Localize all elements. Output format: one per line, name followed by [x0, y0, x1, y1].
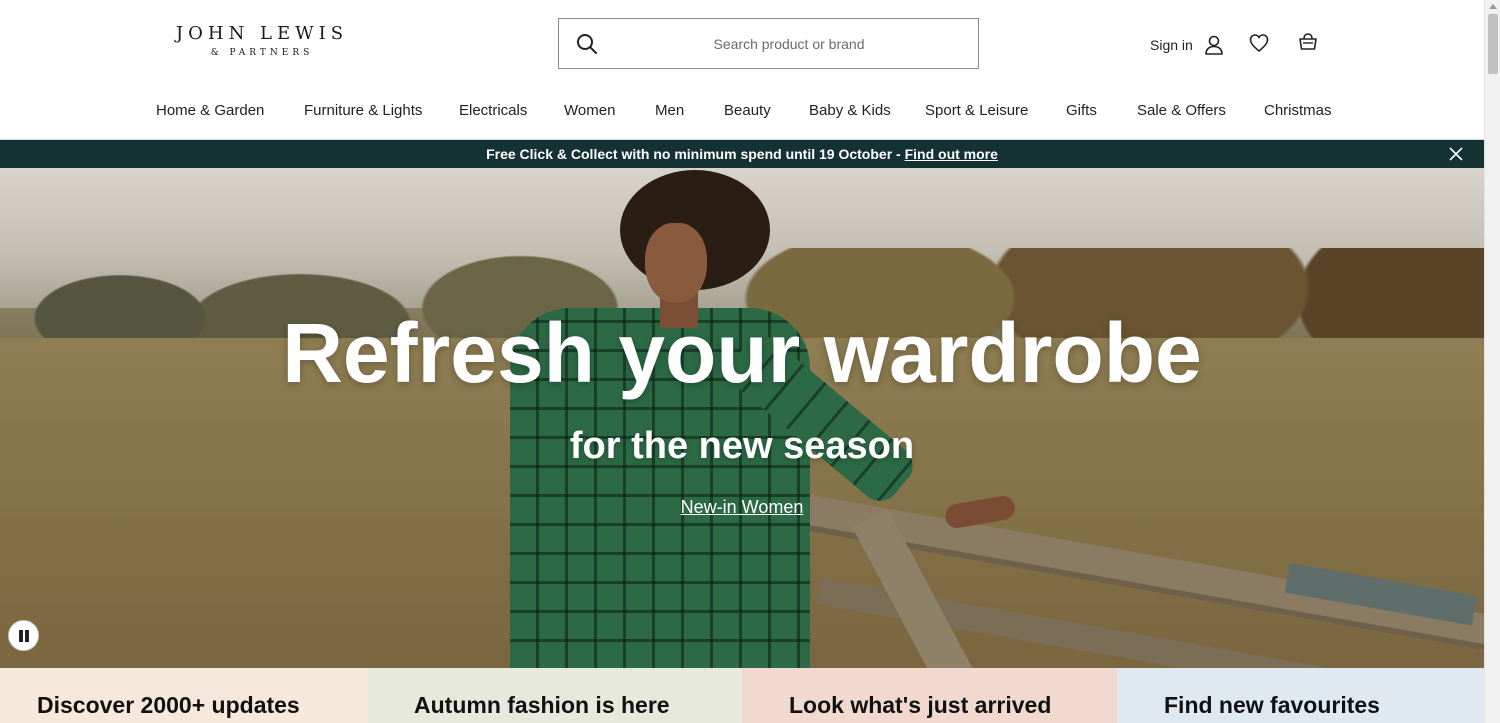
- basket-icon[interactable]: [1297, 31, 1319, 53]
- promo-content: Free Click & Collect with no minimum spe…: [0, 146, 1484, 162]
- nav-item-men[interactable]: Men: [655, 102, 684, 119]
- card-title: Autumn fashion is here: [414, 692, 670, 718]
- nav-item-sale-offers[interactable]: Sale & Offers: [1137, 102, 1226, 119]
- search-input[interactable]: [619, 27, 959, 61]
- card-autumn-fashion[interactable]: Autumn fashion is here: [368, 668, 742, 723]
- page: JOHN LEWIS & PARTNERS Sign in: [0, 0, 1484, 723]
- promo-banner: Free Click & Collect with no minimum spe…: [0, 140, 1484, 168]
- card-title: Discover 2000+ updates: [37, 692, 300, 718]
- nav-item-baby-kids[interactable]: Baby & Kids: [809, 102, 891, 119]
- hero-title: Refresh your wardrobe: [282, 306, 1202, 400]
- card-discover-updates[interactable]: Discover 2000+ updates: [0, 668, 368, 723]
- user-icon: [1203, 34, 1225, 56]
- nav-item-home-garden[interactable]: Home & Garden: [156, 102, 264, 119]
- pause-icon[interactable]: [8, 620, 39, 651]
- page-scrollbar[interactable]: [1484, 0, 1500, 723]
- nav-item-sport-leisure[interactable]: Sport & Leisure: [925, 102, 1028, 119]
- sign-in-label: Sign in: [1150, 37, 1193, 53]
- promo-find-out-more-link[interactable]: Find out more: [905, 146, 998, 162]
- hero-banner[interactable]: Refresh your wardrobe for the new season…: [0, 168, 1484, 668]
- logo-wordmark: JOHN LEWIS: [175, 23, 349, 44]
- main-navigation: Home & Garden Furniture & Lights Electri…: [0, 102, 1484, 128]
- site-header: JOHN LEWIS & PARTNERS Sign in: [0, 0, 1484, 140]
- new-in-women-link[interactable]: New-in Women: [681, 497, 804, 517]
- card-just-arrived[interactable]: Look what's just arrived: [742, 668, 1117, 723]
- scroll-thumb[interactable]: [1488, 14, 1498, 74]
- hero-model-face: [645, 223, 707, 303]
- card-title: Look what's just arrived: [789, 692, 1052, 718]
- john-lewis-logo[interactable]: JOHN LEWIS & PARTNERS: [172, 24, 352, 64]
- nav-item-christmas[interactable]: Christmas: [1264, 102, 1332, 119]
- card-new-favourites[interactable]: Find new favourites: [1117, 668, 1484, 723]
- logo-subline: & PARTNERS: [210, 48, 314, 58]
- nav-item-women[interactable]: Women: [564, 102, 615, 119]
- promo-text: Free Click & Collect with no minimum spe…: [486, 146, 905, 162]
- promo-cards: Discover 2000+ updates Autumn fashion is…: [0, 668, 1484, 723]
- search-icon[interactable]: [575, 32, 599, 56]
- nav-item-electricals[interactable]: Electricals: [459, 102, 527, 119]
- nav-item-gifts[interactable]: Gifts: [1066, 102, 1097, 119]
- hero-subtitle: for the new season: [569, 425, 915, 467]
- card-title: Find new favourites: [1164, 692, 1380, 718]
- sign-in-link[interactable]: Sign in: [1150, 33, 1225, 57]
- search-box: [558, 18, 979, 69]
- heart-icon[interactable]: [1248, 32, 1270, 54]
- scroll-up-arrow[interactable]: [1489, 4, 1497, 9]
- nav-item-beauty[interactable]: Beauty: [724, 102, 771, 119]
- hero-cta: New-in Women: [0, 497, 1484, 518]
- close-icon[interactable]: [1447, 145, 1465, 163]
- nav-item-furniture-lights[interactable]: Furniture & Lights: [304, 102, 422, 119]
